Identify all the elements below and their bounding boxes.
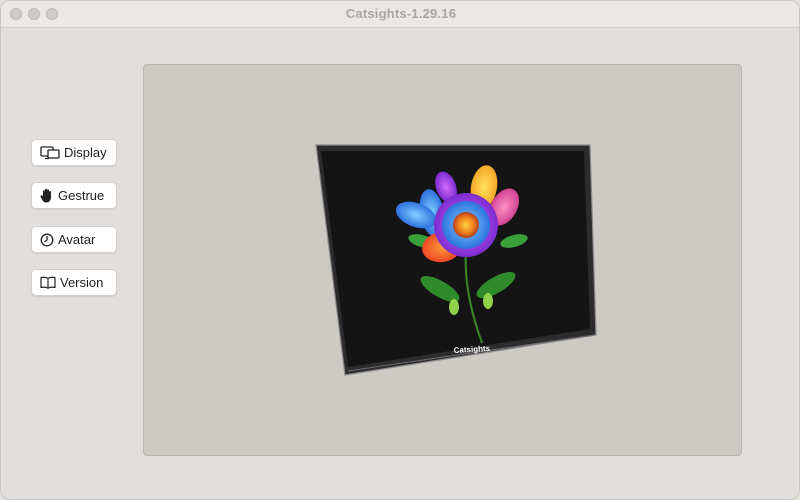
title-bar: Catsights-1.29.16 [1, 1, 799, 28]
version-button[interactable]: Version [31, 269, 117, 296]
hand-icon [40, 188, 54, 203]
brand-label: Catsights [453, 344, 490, 355]
portable-monitor-preview: Catsights [315, 144, 597, 376]
app-window: Catsights-1.29.16 Display Gestrue Avatar… [0, 0, 800, 500]
display-icon [40, 145, 60, 160]
display-button-label: Display [64, 145, 107, 160]
preview-panel: Catsights [143, 64, 742, 456]
display-button[interactable]: Display [31, 139, 117, 166]
clock-icon [40, 233, 54, 247]
avatar-button-label: Avatar [58, 232, 96, 247]
gesture-button-label: Gestrue [58, 188, 105, 203]
book-icon [40, 276, 56, 289]
version-button-label: Version [60, 275, 104, 290]
gesture-button[interactable]: Gestrue [31, 182, 117, 209]
avatar-button[interactable]: Avatar [31, 226, 117, 253]
window-title: Catsights-1.29.16 [345, 6, 457, 21]
